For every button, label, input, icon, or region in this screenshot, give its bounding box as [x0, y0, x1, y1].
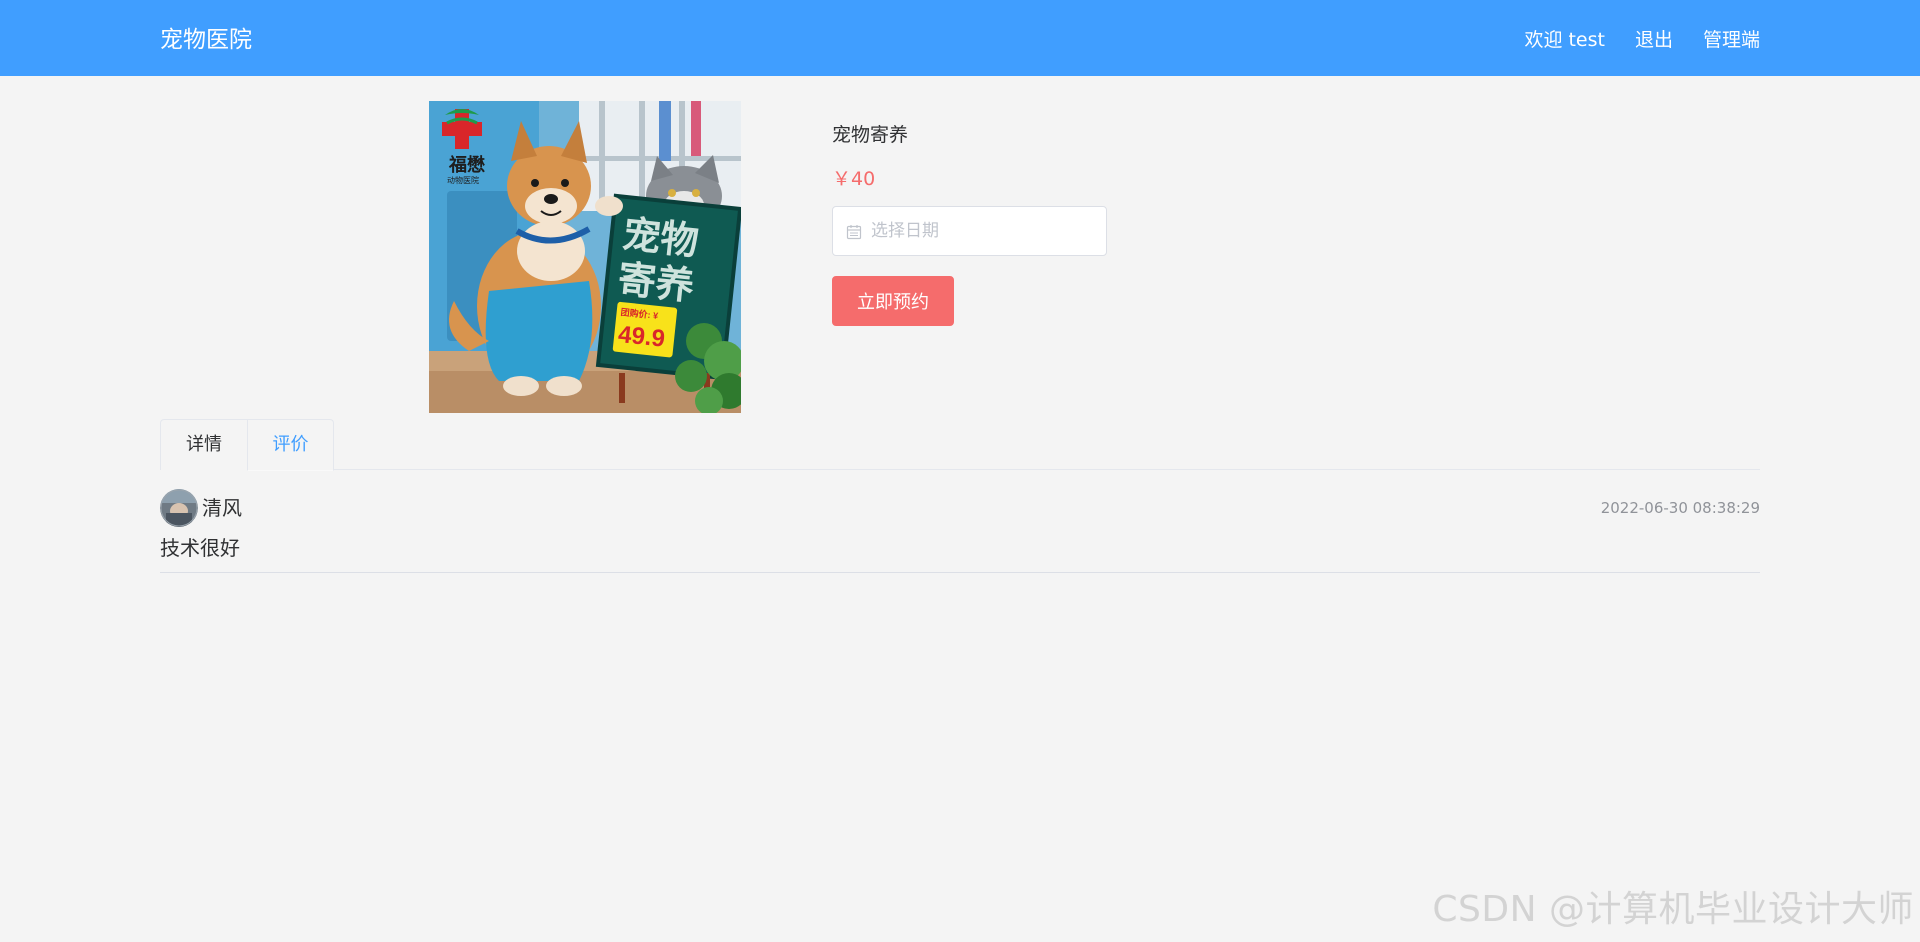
product-image: 福懋 动物医院 宠物 寄养 团购价: ¥ 49.9 [429, 101, 741, 413]
user-avatar-icon [160, 489, 198, 527]
book-now-button[interactable]: 立即预约 [832, 276, 954, 326]
logo-text: 福懋 [448, 154, 485, 175]
nav-logout-link[interactable]: 退出 [1635, 25, 1673, 52]
nav-welcome-user[interactable]: 欢迎 test [1524, 25, 1605, 52]
review-content: 技术很好 [160, 536, 240, 560]
date-input[interactable] [871, 207, 1101, 255]
nav-menu: 欢迎 test 退出 管理端 [1524, 0, 1760, 76]
review-time: 2022-06-30 08:38:29 [1600, 499, 1760, 517]
product-price: ￥40 [832, 168, 876, 190]
sign-text-line2: 寄养 [616, 259, 696, 309]
review-item: 清风 2022-06-30 08:38:29 技术很好 [160, 487, 1760, 573]
top-navbar: 宠物医院 欢迎 test 退出 管理端 [0, 0, 1920, 76]
csdn-watermark: CSDN @计算机毕业设计大师 [1432, 889, 1914, 930]
sign-text-line1: 宠物 [621, 214, 701, 264]
tab-detail[interactable]: 详情 [160, 419, 248, 470]
logo-subtext: 动物医院 [447, 175, 479, 185]
site-brand[interactable]: 宠物医院 [160, 0, 252, 76]
product-info-panel: 宠物寄养 ￥40 立即预约 [832, 120, 1432, 326]
reviewer-name: 清风 [202, 496, 242, 520]
price-tag-value: 49.9 [617, 321, 666, 353]
tab-review[interactable]: 评价 [247, 419, 334, 471]
detail-tabs: 详情 评价 [160, 419, 1760, 471]
calendar-icon [846, 225, 862, 240]
product-title: 宠物寄养 [832, 124, 909, 146]
reviewer-avatar [160, 489, 198, 527]
nav-admin-link[interactable]: 管理端 [1703, 25, 1760, 52]
date-picker[interactable] [832, 206, 1107, 256]
